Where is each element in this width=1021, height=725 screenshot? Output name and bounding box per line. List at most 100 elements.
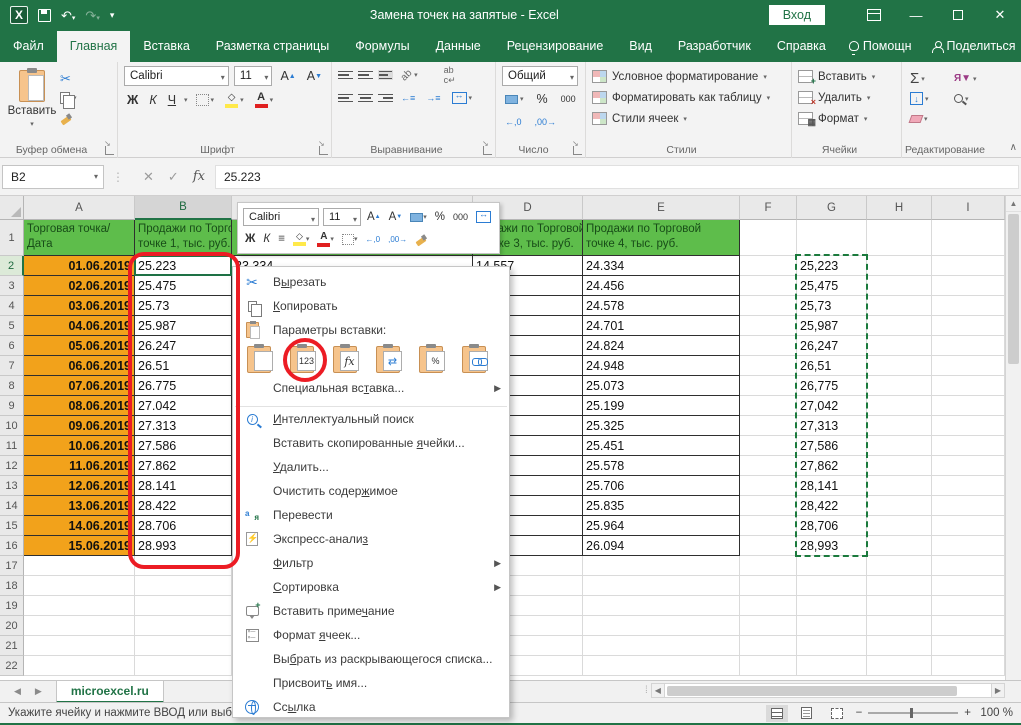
copy-button[interactable]: ▾ [60, 90, 77, 106]
cell-G15[interactable]: 28,706 [797, 516, 867, 536]
paste-values-123-icon[interactable]: 123 [288, 344, 324, 374]
increase-decimal-button[interactable]: ←,0 [502, 113, 525, 131]
cell-I21[interactable] [932, 636, 1005, 656]
cell-G7[interactable]: 26,51 [797, 356, 867, 376]
cell-A13[interactable]: 12.06.2019 [24, 476, 135, 496]
cell-G22[interactable] [797, 656, 867, 676]
cell-G9[interactable]: 27,042 [797, 396, 867, 416]
cell-F13[interactable] [740, 476, 797, 496]
cell-E22[interactable] [583, 656, 740, 676]
font-name-select[interactable]: Calibri▾ [124, 66, 229, 86]
cell-E7[interactable]: 24.948 [583, 356, 740, 376]
menu-item-0[interactable]: ✂Вырезать [233, 270, 509, 294]
cell-H21[interactable] [867, 636, 932, 656]
assistant-button[interactable]: Помощн [839, 31, 922, 62]
fill-button[interactable]: ↓▾ [910, 90, 946, 107]
cell-I2[interactable] [932, 256, 1005, 276]
underline-button[interactable]: Ч [165, 91, 179, 109]
cell-G19[interactable] [797, 596, 867, 616]
cell-F12[interactable] [740, 456, 797, 476]
styles-item-2[interactable]: Стили ячеек▾ [592, 108, 785, 129]
cell-I20[interactable] [932, 616, 1005, 636]
fill-color-button[interactable]: ◇▾ [222, 91, 247, 109]
mini-fill-color-button[interactable]: ◇▾ [291, 232, 312, 246]
cell-B9[interactable]: 27.042 [135, 396, 232, 416]
cell-E12[interactable]: 25.578 [583, 456, 740, 476]
cell-B6[interactable]: 26.247 [135, 336, 232, 356]
row-header-9[interactable]: 9 [0, 396, 24, 416]
cell-I1[interactable] [932, 220, 1005, 256]
mini-font-color-button[interactable]: А▾ [315, 232, 336, 247]
row-header-3[interactable]: 3 [0, 276, 24, 296]
hscroll-right-icon[interactable]: ▶ [991, 683, 1005, 698]
find-select-button[interactable]: ▾ [954, 90, 994, 107]
sheet-nav-left-icon[interactable]: ◀ [14, 686, 21, 697]
tab-справка[interactable]: Справка [764, 31, 839, 62]
cell-E21[interactable] [583, 636, 740, 656]
menu-item-11[interactable]: Экспресс-анализ [233, 527, 509, 551]
cell-A21[interactable] [24, 636, 135, 656]
increase-indent-icon[interactable]: →≡ [423, 89, 443, 107]
cell-H14[interactable] [867, 496, 932, 516]
row-header-13[interactable]: 13 [0, 476, 24, 496]
wrap-text-button[interactable]: abc↵ [441, 66, 459, 84]
cell-F4[interactable] [740, 296, 797, 316]
undo-button[interactable]: ↶▾ [61, 9, 75, 22]
cell-F10[interactable] [740, 416, 797, 436]
cell-F20[interactable] [740, 616, 797, 636]
cell-G18[interactable] [797, 576, 867, 596]
accounting-format-button[interactable]: ▾ [502, 90, 527, 108]
cell-A17[interactable] [24, 556, 135, 576]
row-header-7[interactable]: 7 [0, 356, 24, 376]
number-dialog-launcher[interactable] [573, 146, 582, 155]
cell-A3[interactable]: 02.06.2019 [24, 276, 135, 296]
mini-increase-decimal-button[interactable]: ←,0 [363, 235, 382, 244]
cell-H6[interactable] [867, 336, 932, 356]
sort-filter-button[interactable]: Я▼▾ [954, 70, 994, 87]
cell-A22[interactable] [24, 656, 135, 676]
cancel-icon[interactable]: ✕ [143, 169, 154, 185]
cell-E16[interactable]: 26.094 [583, 536, 740, 556]
shrink-font-button[interactable]: А▼ [304, 67, 325, 85]
cell-G6[interactable]: 26,247 [797, 336, 867, 356]
row-header-1[interactable]: 1 [0, 220, 24, 256]
cell-I7[interactable] [932, 356, 1005, 376]
cell-F22[interactable] [740, 656, 797, 676]
vscroll-thumb[interactable] [1008, 214, 1019, 364]
mini-decrease-decimal-button[interactable]: ,00→ [386, 235, 409, 244]
cell-I12[interactable] [932, 456, 1005, 476]
row-header-17[interactable]: 17 [0, 556, 24, 576]
cell-A14[interactable]: 13.06.2019 [24, 496, 135, 516]
name-box[interactable]: B2▾ [2, 165, 104, 189]
cell-B14[interactable]: 28.422 [135, 496, 232, 516]
menu-item-4[interactable]: Специальная вставка...▶ [233, 376, 509, 400]
tab-рецензирование[interactable]: Рецензирование [494, 31, 617, 62]
save-icon[interactable] [38, 9, 51, 22]
cell-B15[interactable]: 28.706 [135, 516, 232, 536]
cell-B10[interactable]: 27.313 [135, 416, 232, 436]
zoom-level[interactable]: 100 % [977, 707, 1013, 719]
cell-F1[interactable] [740, 220, 797, 256]
cell-H11[interactable] [867, 436, 932, 456]
tab-файл[interactable]: Файл [0, 31, 57, 62]
cell-H13[interactable] [867, 476, 932, 496]
cell-I18[interactable] [932, 576, 1005, 596]
cell-E20[interactable] [583, 616, 740, 636]
mini-format-painter-button[interactable] [413, 233, 429, 245]
collapse-ribbon-icon[interactable]: ∧ [1010, 142, 1017, 153]
formula-input[interactable]: 25.223 [215, 165, 1019, 189]
cells-item-0[interactable]: +Вставить▾ [798, 66, 895, 87]
clear-button[interactable]: ▾ [910, 110, 946, 127]
select-all-corner[interactable] [0, 196, 24, 220]
row-header-15[interactable]: 15 [0, 516, 24, 536]
cell-A8[interactable]: 07.06.2019 [24, 376, 135, 396]
column-header-H[interactable]: H [867, 196, 932, 220]
zoom-slider[interactable] [868, 712, 958, 714]
row-header-6[interactable]: 6 [0, 336, 24, 356]
mini-shrink-font-button[interactable]: А▼ [387, 211, 405, 223]
cell-A9[interactable]: 08.06.2019 [24, 396, 135, 416]
format-painter-button[interactable] [60, 110, 77, 126]
row-header-19[interactable]: 19 [0, 596, 24, 616]
menu-item-14[interactable]: Вставить примечание [233, 599, 509, 623]
mini-align-icon[interactable]: ≡ [276, 233, 287, 245]
